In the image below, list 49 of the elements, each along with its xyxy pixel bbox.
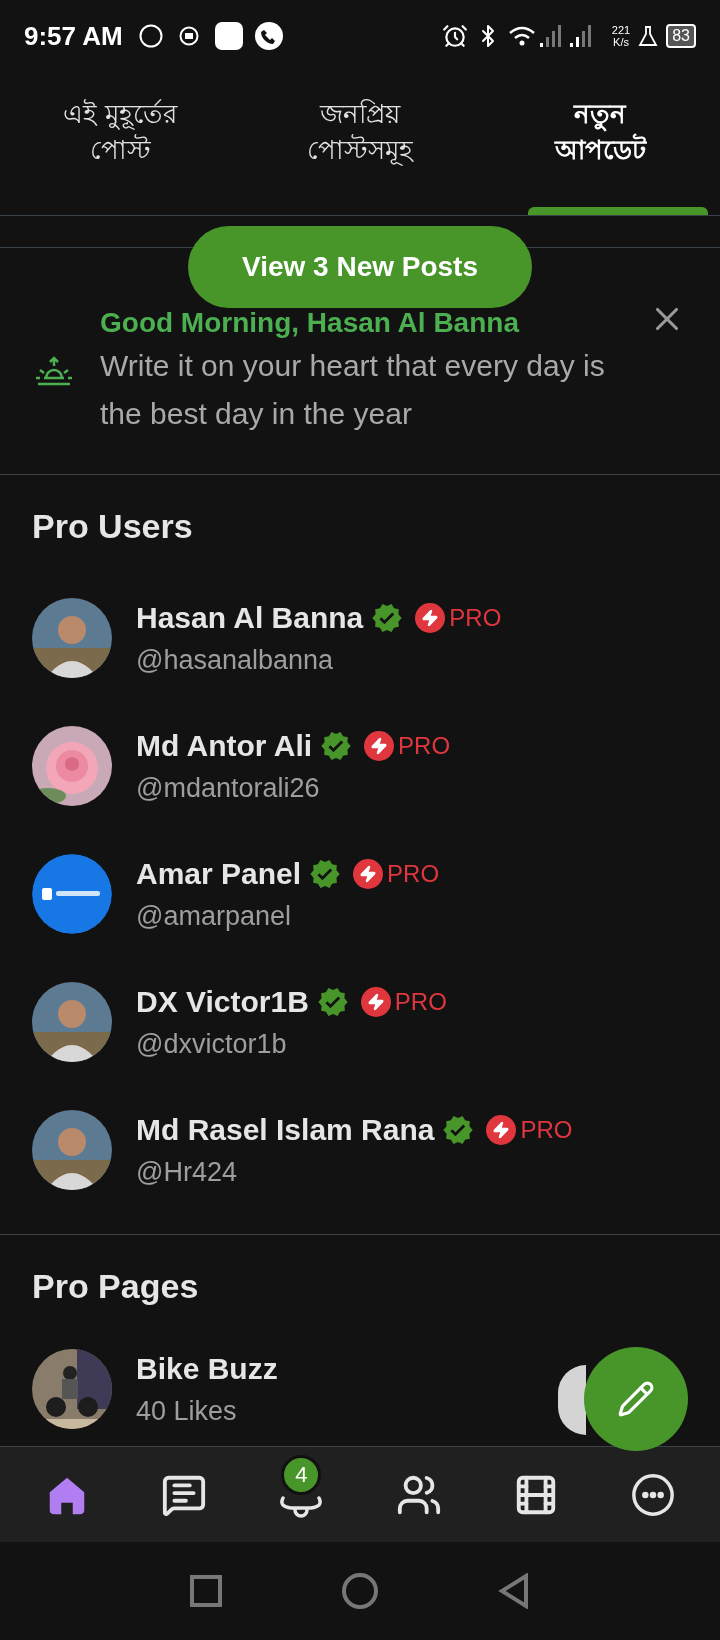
page-name[interactable]: Bike Buzz — [136, 1346, 278, 1392]
home-button[interactable] — [342, 1573, 378, 1609]
app-icon — [214, 22, 243, 50]
user-name[interactable]: Amar Panel — [136, 851, 302, 897]
greeting-message: Write it on your heart that every day is the best day in the year — [100, 348, 606, 432]
user-handle: @amarpanel — [136, 900, 292, 934]
pro-label: PRO — [398, 730, 451, 761]
battery-indicator: 83 — [666, 24, 696, 48]
user-handle: @dxvictor1b — [136, 1028, 288, 1062]
notification-badge: 4 — [281, 1454, 322, 1495]
record-icon — [178, 26, 199, 46]
pro-label: PRO — [449, 602, 502, 633]
phone-icon — [254, 22, 283, 50]
pencil-icon — [617, 1380, 655, 1418]
network-speed-unit: K/s — [613, 36, 629, 48]
lightning-icon — [353, 858, 384, 889]
pro-label: PRO — [387, 858, 440, 889]
tab[interactable]: নতুন আপডেট — [480, 72, 720, 215]
pro-label: PRO — [520, 1114, 573, 1145]
alarm-icon — [441, 23, 468, 49]
user-name[interactable]: Md Rasel Islam Rana — [136, 1107, 435, 1153]
tab[interactable]: এই মুহূর্তের পোস্ট — [0, 72, 240, 215]
status-time: 9:57 AM — [24, 19, 123, 53]
lightning-icon — [364, 730, 395, 761]
greeting-title: Good Morning, Hasan Al Banna — [100, 306, 521, 340]
pro-label: PRO — [394, 986, 447, 1017]
section-title: Pro Pages — [32, 1266, 200, 1307]
network-speed: 221 — [611, 24, 631, 36]
user-handle: @hasanalbanna — [136, 644, 335, 678]
user-handle: @Hr424 — [136, 1156, 238, 1190]
new-posts-button[interactable]: View 3 New Posts — [188, 226, 532, 308]
recents-button[interactable] — [190, 1575, 222, 1607]
lightning-icon — [360, 986, 391, 1017]
lightning-icon — [486, 1114, 517, 1145]
flask-icon — [638, 25, 659, 47]
page-likes: 40 Likes — [136, 1395, 238, 1429]
user-name[interactable]: Md Antor Ali — [136, 723, 313, 769]
user-handle: @mdantorali26 — [136, 772, 321, 806]
lightning-icon — [415, 602, 446, 633]
user-name[interactable]: Hasan Al Banna — [136, 595, 364, 641]
sunrise-icon — [34, 356, 74, 386]
bell-icon — [279, 1495, 324, 1518]
more-icon — [630, 1471, 677, 1518]
tab[interactable]: জনপ্রিয় পোস্টসমূহ — [240, 72, 480, 215]
round-button[interactable] — [558, 1365, 586, 1435]
section-title: Pro Users — [32, 506, 194, 547]
nav-tab[interactable]: 4 — [269, 1452, 334, 1537]
back-button[interactable] — [498, 1573, 530, 1609]
user-name[interactable]: DX Victor1B — [136, 979, 309, 1025]
